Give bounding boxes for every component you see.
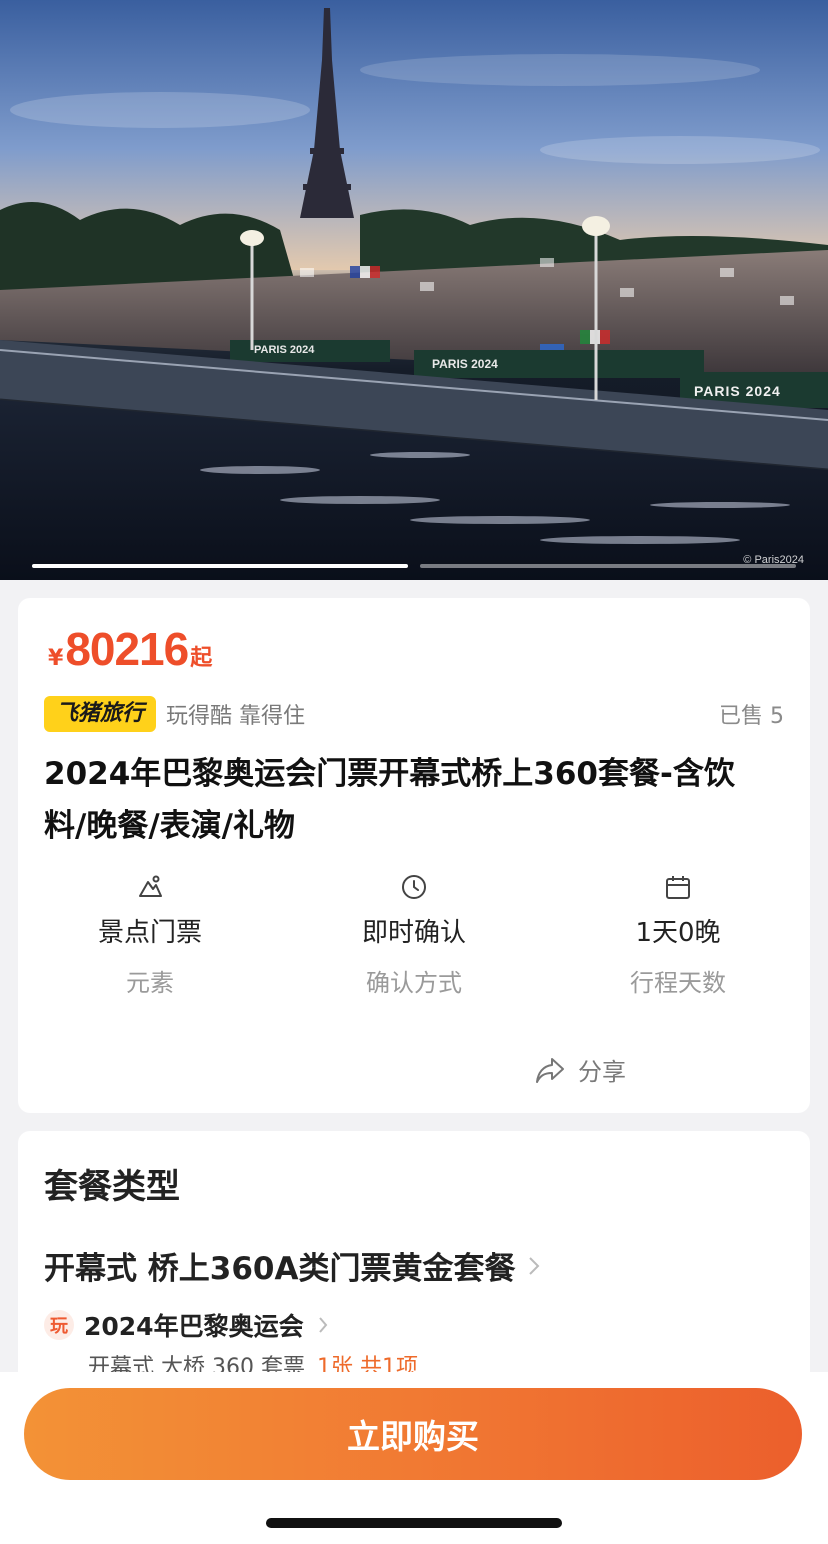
chevron-right-icon <box>318 1317 327 1333</box>
copyright-text: © Paris2024 <box>743 554 804 566</box>
play-badge: 玩 <box>44 1310 74 1340</box>
brand-slogan: 玩得酷 靠得住 <box>166 704 306 729</box>
info-value: 即时确认 <box>361 918 466 948</box>
info-grid: 景点门票 元素 即时确认 确认方式 1天0晚 行程天数 <box>18 872 810 998</box>
price-currency: ¥ <box>48 646 64 671</box>
price-suffix: 起 <box>190 646 213 671</box>
buy-now-button[interactable]: 立即购买 <box>24 1388 802 1480</box>
share-label: 分享 <box>578 1058 626 1086</box>
paris-scene-illustration <box>0 0 828 580</box>
mountain-icon <box>139 875 162 897</box>
info-label: 行程天数 <box>630 969 726 997</box>
item-name: 2024年巴黎奥运会 <box>84 1312 304 1341</box>
product-title: 2024年巴黎奥运会门票开幕式桥上360套餐-含饮料/晚餐/表演/礼物 <box>44 756 735 844</box>
info-duration: 1天0晚 行程天数 <box>546 872 810 998</box>
info-label: 确认方式 <box>366 969 462 997</box>
share-button[interactable]: 分享 <box>534 1052 626 1087</box>
product-card: ¥ 80216 起 飞猪旅行 玩得酷 靠得住 已售 5 2024年巴黎奥运会门票… <box>18 598 810 1113</box>
home-indicator <box>266 1518 562 1528</box>
bottom-bar: 立即购买 <box>0 1372 828 1544</box>
package-option[interactable]: 开幕式 桥上360A类门票黄金套餐 <box>44 1243 540 1288</box>
package-name: 开幕式 桥上360A类门票黄金套餐 <box>44 1251 516 1287</box>
info-confirmation: 即时确认 确认方式 <box>282 872 546 998</box>
info-value: 景点门票 <box>97 918 202 948</box>
sold-count: 已售 5 <box>719 704 784 729</box>
info-element: 景点门票 元素 <box>18 872 282 998</box>
carousel-indicator[interactable] <box>420 564 796 568</box>
banner-text: PARIS 2024 <box>694 383 781 399</box>
hero-image[interactable]: PARIS 2024 PARIS 2024 PARIS 2024 © Paris… <box>0 0 828 580</box>
package-card: 套餐类型 开幕式 桥上360A类门票黄金套餐 玩 2024年巴黎奥运会 开幕式 … <box>18 1131 810 1391</box>
carousel-indicator-active[interactable] <box>32 564 408 568</box>
section-title: 套餐类型 <box>44 1167 180 1207</box>
share-icon <box>536 1057 564 1083</box>
info-label: 元素 <box>126 969 174 997</box>
brand-row: 飞猪旅行 玩得酷 靠得住 已售 5 <box>44 696 784 732</box>
banner-text: PARIS 2024 <box>254 344 315 356</box>
price: ¥ 80216 起 <box>48 622 212 676</box>
price-value: 80216 <box>65 623 189 675</box>
calendar-icon <box>666 876 690 899</box>
info-value: 1天0晚 <box>635 918 721 948</box>
brand-logo: 飞猪旅行 <box>44 696 157 732</box>
chevron-right-icon <box>528 1256 539 1275</box>
package-item[interactable]: 玩 2024年巴黎奥运会 <box>44 1307 328 1343</box>
banner-text: PARIS 2024 <box>432 357 498 371</box>
clock-icon <box>402 875 426 899</box>
